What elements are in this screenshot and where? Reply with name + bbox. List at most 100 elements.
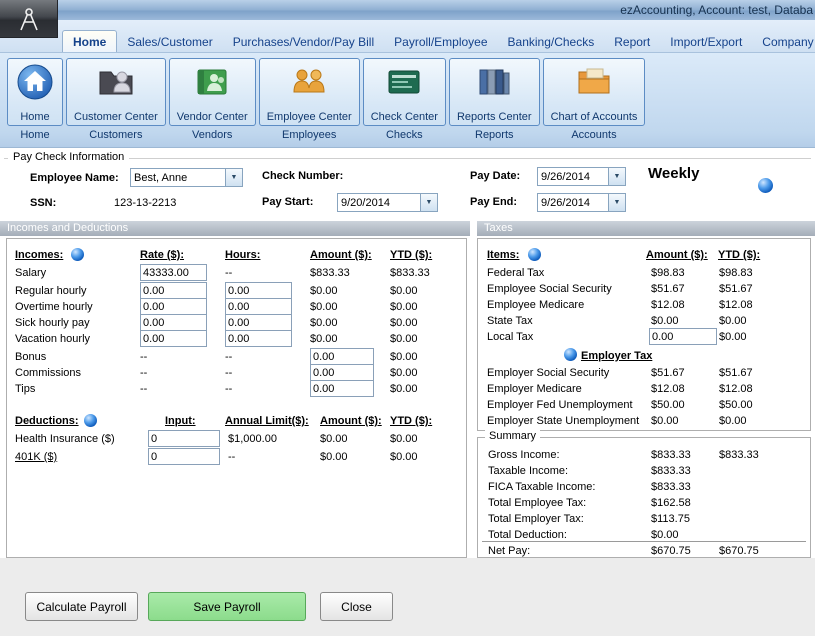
- taxes-items-header: Items:: [487, 249, 519, 261]
- help-globe-icon[interactable]: [71, 248, 84, 261]
- calendar-dropdown-icon: ▼: [420, 194, 437, 211]
- help-globe-icon[interactable]: [84, 414, 97, 427]
- reports-center-icon: [474, 62, 514, 102]
- tax-row-label: Employer Fed Unemployment: [487, 399, 633, 411]
- overtime-hours-input[interactable]: [225, 298, 292, 315]
- health-insurance-input[interactable]: [148, 430, 220, 447]
- tax-row-ytd: $51.67: [719, 367, 753, 379]
- income-row-ytd: $0.00: [390, 333, 418, 345]
- employee-name-select[interactable]: Best, Anne ▼: [130, 168, 243, 187]
- summary-row-amount: $113.75: [651, 513, 690, 525]
- summary-row-label: Taxable Income:: [488, 465, 568, 477]
- toolbar-customer-center-box[interactable]: Customer Center: [66, 58, 166, 126]
- salary-rate-input[interactable]: [140, 264, 207, 281]
- income-row-amount: $833.33: [310, 267, 350, 279]
- check-number-label: Check Number:: [262, 170, 343, 182]
- toolbar-home-box[interactable]: Home: [7, 58, 63, 126]
- tax-row-amount: $12.08: [651, 383, 685, 395]
- income-row-ytd: $0.00: [390, 351, 418, 363]
- toolbar-item-caption: Employees: [282, 129, 336, 141]
- col-amount-header: Amount ($):: [646, 249, 708, 261]
- summary-title: Summary: [485, 430, 540, 442]
- income-row-rate: --: [140, 383, 147, 395]
- toolbar-item-caption: Home: [20, 129, 49, 141]
- vacation-rate-input[interactable]: [140, 330, 207, 347]
- bonus-amount-input[interactable]: [310, 348, 374, 365]
- close-button[interactable]: Close: [320, 592, 393, 621]
- ssn-value: 123-13-2213: [114, 197, 176, 209]
- tax-row-amount: $0.00: [651, 415, 679, 427]
- tab-company[interactable]: Company: [752, 31, 815, 52]
- help-globe-icon[interactable]: [758, 178, 773, 193]
- net-pay-divider: [482, 541, 806, 542]
- save-payroll-button[interactable]: Save Payroll: [148, 592, 306, 621]
- toolbar-reports-center[interactable]: Reports Center Reports: [449, 58, 540, 141]
- income-row-hours: --: [225, 367, 232, 379]
- tab-import-export[interactable]: Import/Export: [660, 31, 752, 52]
- toolbar-vendor-center[interactable]: Vendor Center Vendors: [169, 58, 256, 141]
- tab-banking-checks[interactable]: Banking/Checks: [498, 31, 605, 52]
- k401-input[interactable]: [148, 448, 220, 465]
- regular-hours-input[interactable]: [225, 282, 292, 299]
- income-row-label: Salary: [15, 267, 46, 279]
- tips-amount-input[interactable]: [310, 380, 374, 397]
- summary-row-label: Gross Income:: [488, 449, 560, 461]
- col-hours-header: Hours:: [225, 249, 260, 261]
- income-row-label: Regular hourly: [15, 285, 87, 297]
- pay-end-select[interactable]: 9/26/2014 ▼: [537, 193, 626, 212]
- overtime-rate-input[interactable]: [140, 298, 207, 315]
- income-row-hours: --: [225, 351, 232, 363]
- window-title: ezAccounting, Account: test, Databa: [620, 3, 813, 17]
- toolbar-reports-center-box[interactable]: Reports Center: [449, 58, 540, 126]
- income-row-rate: --: [140, 367, 147, 379]
- summary-row-amount: $0.00: [651, 529, 679, 541]
- tab-home[interactable]: Home: [62, 30, 117, 52]
- toolbar-employee-center-box[interactable]: Employee Center: [259, 58, 360, 126]
- help-globe-icon[interactable]: [564, 348, 577, 361]
- toolbar-chart-of-accounts-box[interactable]: Chart of Accounts: [543, 58, 646, 126]
- home-icon: [15, 62, 55, 102]
- income-row-amount: $0.00: [310, 301, 338, 313]
- income-row-ytd: $0.00: [390, 317, 418, 329]
- pay-date-select[interactable]: 9/26/2014 ▼: [537, 167, 626, 186]
- pay-start-datepicker[interactable]: 9/20/2014 ▼: [337, 193, 438, 212]
- compass-logo-icon: [14, 6, 44, 32]
- deductions-title: Deductions:: [15, 415, 79, 427]
- income-row-amount: $0.00: [310, 333, 338, 345]
- help-globe-icon[interactable]: [528, 248, 541, 261]
- toolbar: Home Home Customer Center Customers: [0, 53, 815, 148]
- chevron-down-icon: ▼: [608, 168, 625, 185]
- tab-payroll-employee[interactable]: Payroll/Employee: [384, 31, 497, 52]
- summary-row-label: FICA Taxable Income:: [488, 481, 595, 493]
- toolbar-customer-center[interactable]: Customer Center Customers: [66, 58, 166, 141]
- summary-panel: Summary Gross Income: $833.33 $833.33 Ta…: [477, 437, 811, 558]
- toolbar-employee-center[interactable]: Employee Center Employees: [259, 58, 360, 141]
- chevron-down-icon: ▼: [225, 169, 242, 186]
- deduction-ytd: $0.00: [390, 433, 418, 445]
- deduction-row-label: Health Insurance ($): [15, 433, 115, 445]
- employer-tax-header: Employer Tax: [581, 350, 652, 362]
- summary-row-ytd: $670.75: [719, 545, 759, 557]
- toolbar-chart-of-accounts[interactable]: Chart of Accounts Accounts: [543, 58, 646, 141]
- paycheck-info-section: Pay Check Information Employee Name: Bes…: [0, 150, 815, 222]
- app-menu-button[interactable]: [0, 0, 58, 38]
- col-input-header: Input:: [165, 415, 196, 427]
- local-tax-input[interactable]: [649, 328, 717, 345]
- vacation-hours-input[interactable]: [225, 330, 292, 347]
- commissions-amount-input[interactable]: [310, 364, 374, 381]
- tax-row-ytd: $0.00: [719, 415, 747, 427]
- regular-rate-input[interactable]: [140, 282, 207, 299]
- toolbar-vendor-center-box[interactable]: Vendor Center: [169, 58, 256, 126]
- income-row-ytd: $0.00: [390, 301, 418, 313]
- sick-hours-input[interactable]: [225, 314, 292, 331]
- toolbar-home[interactable]: Home Home: [7, 58, 63, 141]
- calculate-payroll-button[interactable]: Calculate Payroll: [25, 592, 138, 621]
- tab-purchases-vendor-pay-bill[interactable]: Purchases/Vendor/Pay Bill: [223, 31, 384, 52]
- toolbar-check-center-box[interactable]: Check Center: [363, 58, 446, 126]
- tab-report[interactable]: Report: [604, 31, 660, 52]
- tab-sales-customer[interactable]: Sales/Customer: [117, 31, 222, 52]
- toolbar-check-center[interactable]: Check Center Checks: [363, 58, 446, 141]
- sick-rate-input[interactable]: [140, 314, 207, 331]
- titlebar: ezAccounting, Account: test, Databa: [0, 0, 815, 20]
- income-row-ytd: $0.00: [390, 367, 418, 379]
